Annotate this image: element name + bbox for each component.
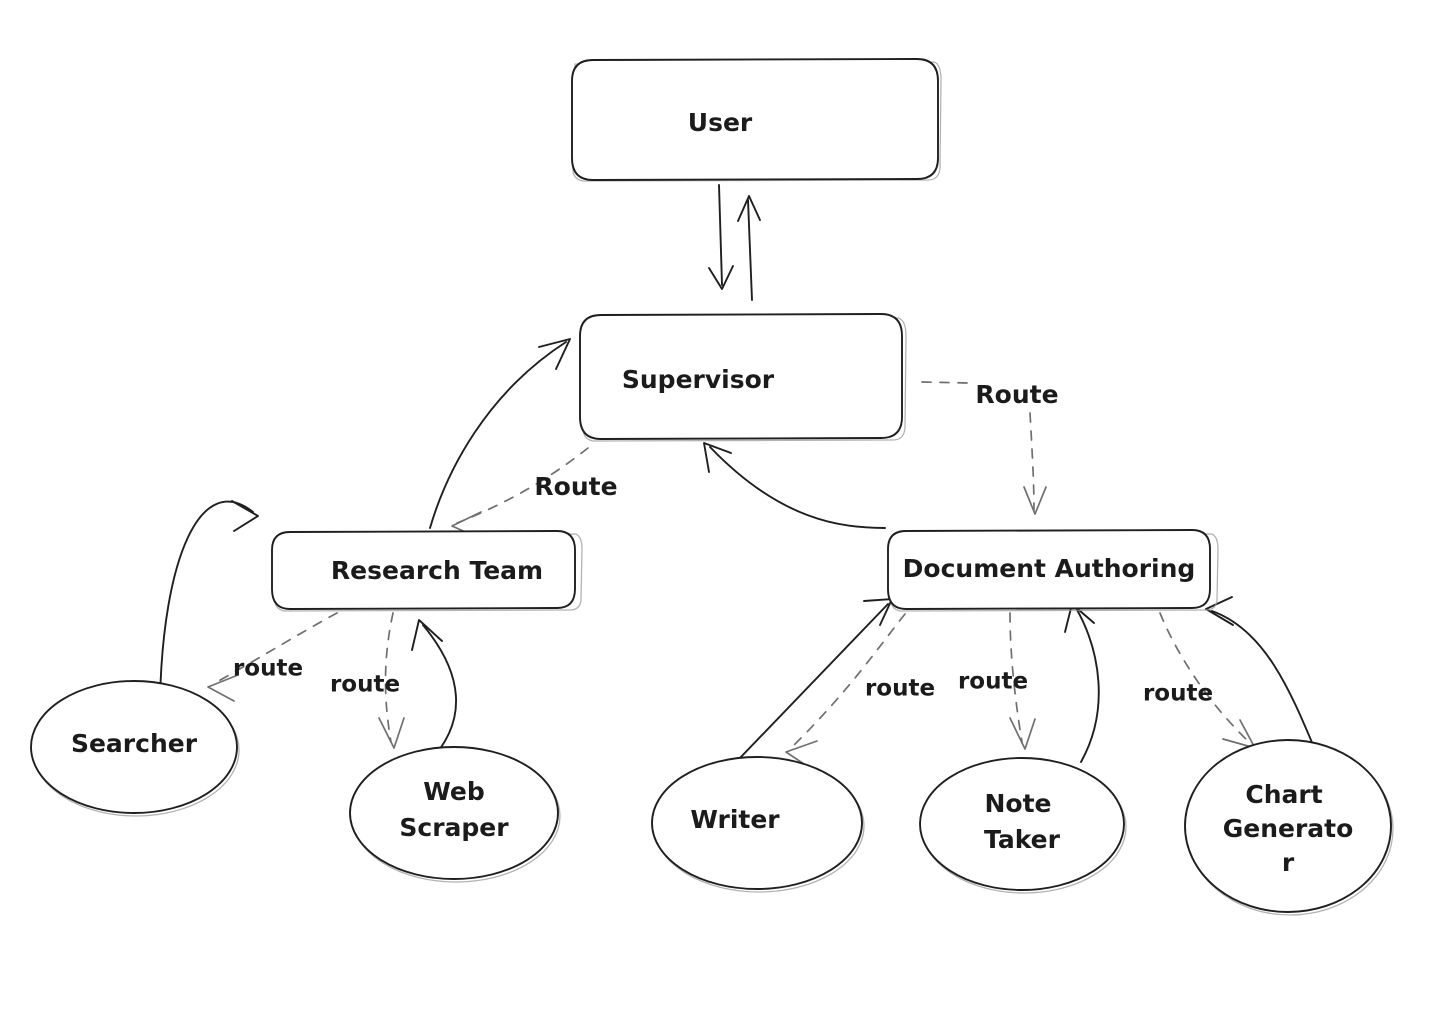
edge-chartgen-to-docauth xyxy=(1205,596,1317,753)
node-note-taker-label-line2: Taker xyxy=(984,825,1061,854)
node-searcher[interactable]: Searcher xyxy=(30,680,240,817)
diagram-svg: User Supervisor Research Team Document A… xyxy=(30,58,1394,916)
node-web-scraper[interactable]: Web Scraper xyxy=(349,746,561,883)
edge-supervisor-to-user xyxy=(737,195,761,301)
node-note-taker[interactable]: Note Taker xyxy=(919,757,1127,894)
edge-docauth-to-supervisor xyxy=(703,442,886,529)
edge-label-route-searcher: route xyxy=(233,656,303,682)
node-supervisor[interactable]: Supervisor xyxy=(579,313,907,442)
nodes-group: User Supervisor Research Team Document A… xyxy=(30,58,1394,916)
diagram-canvas: User Supervisor Research Team Document A… xyxy=(0,0,1442,1020)
node-chart-generator[interactable]: Chart Generato r xyxy=(1184,739,1394,916)
node-web-scraper-label-line1: Web xyxy=(423,777,485,806)
node-document-authoring-label: Document Authoring xyxy=(903,554,1196,583)
edge-label-route-research: Route xyxy=(534,472,617,501)
edge-scraper-to-research xyxy=(411,619,457,764)
node-document-authoring[interactable]: Document Authoring xyxy=(887,529,1219,612)
node-note-taker-label-line1: Note xyxy=(984,789,1051,818)
node-supervisor-label: Supervisor xyxy=(622,365,775,394)
node-chart-generator-label-line1: Chart xyxy=(1245,780,1322,809)
node-writer-label: Writer xyxy=(690,805,780,834)
node-user-label: User xyxy=(688,108,753,137)
edge-label-route-notetaker: route xyxy=(958,669,1028,695)
node-research-team-label: Research Team xyxy=(331,556,543,585)
node-user[interactable]: User xyxy=(571,58,942,182)
edge-notetaker-to-docauth xyxy=(1064,603,1100,763)
edge-user-to-supervisor xyxy=(708,184,734,290)
node-chart-generator-label-line2: Generato xyxy=(1223,814,1354,843)
node-searcher-label: Searcher xyxy=(71,729,198,758)
node-research-team[interactable]: Research Team xyxy=(271,530,583,612)
node-web-scraper-label-line2: Scraper xyxy=(399,813,509,842)
edge-label-route-docauth: Route xyxy=(975,380,1058,409)
node-chart-generator-label-line3: r xyxy=(1282,848,1295,877)
edge-label-route-writer: route xyxy=(865,676,935,702)
node-writer[interactable]: Writer xyxy=(651,756,865,893)
edge-label-route-chartgen: route xyxy=(1143,681,1213,707)
edge-label-route-scraper: route xyxy=(330,672,400,698)
